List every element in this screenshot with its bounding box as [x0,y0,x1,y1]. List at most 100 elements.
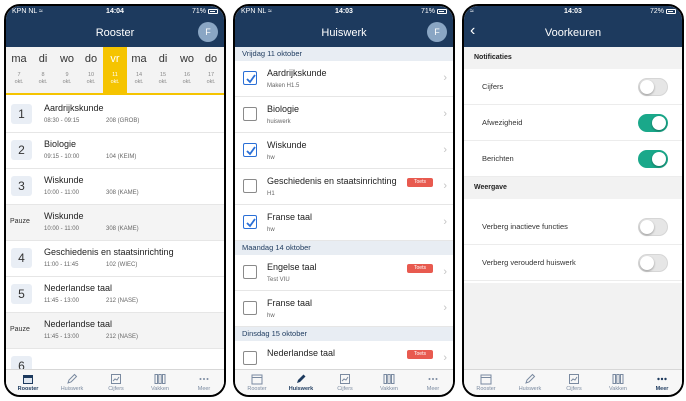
setting-row-verberg-huiswerk: Verberg verouderd huiswerk [464,245,682,281]
toggle-switch[interactable] [638,218,668,236]
tab-cijfers[interactable]: Cijfers [323,370,367,395]
homework-checkbox[interactable] [243,179,257,193]
lesson-row[interactable]: 5 Nederlandse taal 11:45 - 13:00 212 (NA… [6,277,224,313]
tab-vakken[interactable]: Vakken [596,370,640,395]
lesson-row-pause[interactable]: Pauze Wiskunde 10:00 - 11:00 308 (KAME) [6,205,224,241]
tab-meer[interactable]: Meer [411,370,453,395]
lesson-subject: Wiskunde [44,175,84,185]
day-tab[interactable]: di 15 okt. [151,47,175,93]
status-bar: ≈ 14:03 72% [464,6,682,19]
homework-item[interactable]: Franse taal hw › [235,205,453,241]
books-icon [383,374,395,384]
homework-description: Maken H1.5 [267,83,300,89]
pencil-icon [297,374,306,383]
day-tab[interactable]: ma 7 okt. [7,47,31,93]
tab-bar: Rooster Huiswerk Cijfers Vakken Meer [6,369,224,395]
tab-meer[interactable]: Meer [640,370,682,395]
day-tab[interactable]: ma 14 okt. [127,47,151,93]
tab-rooster[interactable]: Rooster [464,370,508,395]
homework-item[interactable]: Geschiedenis en staatsinrichting H1 Toet… [235,169,453,205]
empty-area [464,283,682,373]
toets-badge: Toets [407,178,433,187]
tab-cijfers[interactable]: Cijfers [94,370,138,395]
more-icon [199,378,209,380]
homework-checkbox[interactable] [243,215,257,229]
tab-cijfers[interactable]: Cijfers [552,370,596,395]
status-bar: KPN NL ≈ 14:04 71% [6,6,224,19]
homework-description: hw [267,313,275,319]
lesson-time: 11:45 - 13:00 [44,334,79,340]
homework-description: H1 [267,191,275,197]
day-selector: ma 7 okt. di 8 okt. wo 9 okt. do 10 okt. vr 11 okt… [6,47,224,95]
lesson-row[interactable]: 1 Aardrijkskunde 08:30 - 09:15 208 (GROB… [6,97,224,133]
avatar[interactable]: F [427,22,447,42]
lesson-room: 308 (KAME) [106,190,139,196]
tab-huiswerk[interactable]: Huiswerk [50,370,94,395]
day-tab-selected[interactable]: vr 11 okt. [103,47,127,93]
lesson-subject: Aardrijkskunde [44,103,104,113]
page-title: Voorkeuren [544,27,602,39]
homework-item[interactable]: Biologie huiswerk › [235,97,453,133]
homework-checkbox[interactable] [243,71,257,85]
homework-checkbox[interactable] [243,301,257,315]
homework-item[interactable]: Engelse taal Test VIU Toets › [235,255,453,291]
tab-vakken[interactable]: Vakken [138,370,182,395]
day-tab[interactable]: di 8 okt. [31,47,55,93]
rooster-screen: KPN NL ≈ 14:04 71% Rooster F ma 7 okt. di 8… [4,4,226,397]
section-header: Dinsdag 15 oktober [235,327,453,341]
setting-label: Cijfers [482,82,504,91]
lesson-row[interactable]: 2 Biologie 09:15 - 10:00 104 (KEIM) [6,133,224,169]
lesson-row[interactable]: 3 Wiskunde 10:00 - 11:00 308 (KAME) [6,169,224,205]
lesson-number: 2 [11,140,32,160]
lesson-time: 09:15 - 10:00 [44,154,80,160]
toggle-switch[interactable] [638,254,668,272]
toggle-switch[interactable] [638,150,668,168]
day-tab[interactable]: do 10 okt. [79,47,103,93]
homework-subject: Engelse taal [267,262,317,272]
homework-checkbox[interactable] [243,107,257,121]
page-title: Huiswerk [321,27,367,39]
lesson-room: 102 (WIEC) [106,262,138,268]
pause-label: Pauze [10,218,30,225]
day-tab[interactable]: wo 16 okt. [175,47,199,93]
homework-subject: Franse taal [267,298,313,308]
books-icon [154,374,166,384]
battery-percentage: 71% [420,8,435,15]
lesson-time: 11:00 - 11:45 [44,262,79,268]
section-header: Vrijdag 11 oktober [235,47,453,61]
lesson-time: 08:30 - 09:15 [44,118,80,124]
tab-rooster[interactable]: Rooster [235,370,279,395]
tab-rooster[interactable]: Rooster [6,370,50,395]
lesson-number: 4 [11,248,32,268]
chevron-right-icon: › [443,144,447,156]
homework-description: hw [267,227,275,233]
day-tab[interactable]: wo 9 okt. [55,47,79,93]
setting-label: Berichten [482,154,514,163]
homework-checkbox[interactable] [243,351,257,365]
tab-meer[interactable]: Meer [182,370,224,395]
lesson-subject: Geschiedenis en staatsinrichting [44,247,174,257]
homework-item[interactable]: Wiskunde hw › [235,133,453,169]
homework-checkbox[interactable] [243,265,257,279]
lesson-row[interactable]: 4 Geschiedenis en staatsinrichting 11:00… [6,241,224,277]
toggle-switch[interactable] [638,114,668,132]
homework-item[interactable]: Aardrijkskunde Maken H1.5 › [235,61,453,97]
lesson-room: 212 (NASE) [106,334,139,340]
chevron-right-icon: › [443,266,447,278]
tab-huiswerk[interactable]: Huiswerk [279,370,323,395]
tab-vakken[interactable]: Vakken [367,370,411,395]
setting-row-cijfers: Cijfers [464,69,682,105]
lesson-row-pause[interactable]: Pauze Nederlandse taal 11:45 - 13:00 212… [6,313,224,349]
toggle-switch[interactable] [638,78,668,96]
homework-description: hw [267,155,275,161]
calendar-icon [251,374,263,385]
tab-huiswerk[interactable]: Huiswerk [508,370,552,395]
settings-group-header: Notificaties [464,47,682,69]
homework-item[interactable]: Franse taal hw › [235,291,453,327]
day-tab[interactable]: do 17 okt. [199,47,223,93]
avatar[interactable]: F [198,22,218,42]
tab-bar: Rooster Huiswerk Cijfers Vakken Meer [235,369,453,395]
huiswerk-screen: KPN NL ≈ 14:03 71% Huiswerk F Vrijdag 11… [233,4,455,397]
homework-checkbox[interactable] [243,143,257,157]
section-header: Maandag 14 oktober [235,241,453,255]
